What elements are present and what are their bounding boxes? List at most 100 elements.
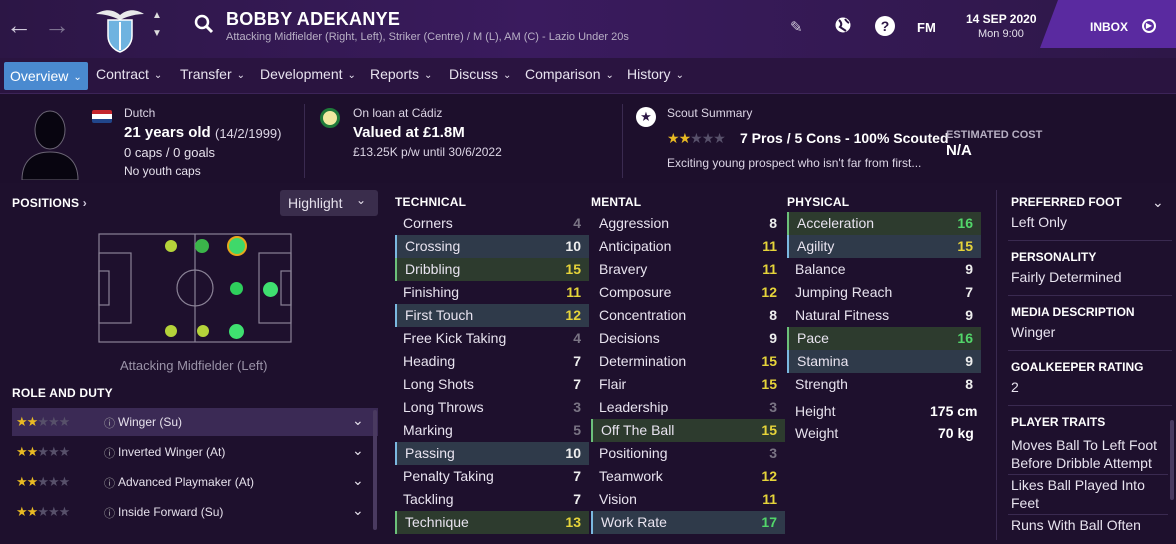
divider xyxy=(304,104,305,178)
search-icon[interactable] xyxy=(194,14,214,37)
inbox-button[interactable]: INBOX ▶ xyxy=(1040,0,1176,48)
attribute-row[interactable]: Leadership 3 xyxy=(591,396,785,419)
role-row[interactable]: ★★★★★ ⓘ Inside Forward (Su) ⌄ xyxy=(12,498,378,526)
attribute-row[interactable]: Bravery 11 xyxy=(591,258,785,281)
attribute-row[interactable]: Anticipation 11 xyxy=(591,235,785,258)
tab-contract[interactable]: Contract ⌄ xyxy=(90,58,168,90)
attribute-name: Free Kick Taking xyxy=(403,330,507,346)
attribute-value: 11 xyxy=(762,261,777,277)
tab-label: History xyxy=(627,66,671,82)
loan-club-badge-icon[interactable] xyxy=(320,108,340,128)
tab-reports[interactable]: Reports ⌄ xyxy=(364,58,438,90)
chevron-down-icon[interactable]: ⌄ xyxy=(1152,194,1164,211)
club-crest[interactable] xyxy=(92,6,148,54)
highlight-dropdown[interactable]: Highlight ⌄ xyxy=(280,190,378,216)
attribute-value: 16 xyxy=(957,215,973,231)
attribute-row[interactable]: Strength 8 xyxy=(787,373,981,396)
tab-transfer[interactable]: Transfer ⌄ xyxy=(174,58,251,90)
attribute-row[interactable]: Corners 4 xyxy=(395,212,589,235)
back-arrow-icon[interactable]: ← xyxy=(6,10,32,41)
attribute-name: Acceleration xyxy=(797,215,875,231)
switch-up-icon[interactable]: ▲ xyxy=(152,10,162,21)
roles-scrollbar[interactable] xyxy=(373,410,377,530)
attribute-row[interactable]: Vision 11 xyxy=(591,488,785,511)
attribute-row[interactable]: Decisions 9 xyxy=(591,327,785,350)
attribute-name: Penalty Taking xyxy=(403,468,494,484)
tab-history[interactable]: History ⌄ xyxy=(621,58,690,90)
attribute-row[interactable]: Acceleration 16 xyxy=(787,212,981,235)
attribute-row[interactable]: Concentration 8 xyxy=(591,304,785,327)
positions-title[interactable]: POSITIONS › xyxy=(12,196,87,210)
info-icon[interactable]: ⓘ xyxy=(104,505,115,521)
role-row[interactable]: ★★★★★ ⓘ Inverted Winger (At) ⌄ xyxy=(12,438,378,466)
attribute-row[interactable]: Agility 15 xyxy=(787,235,981,258)
attribute-row[interactable]: Penalty Taking 7 xyxy=(395,465,589,488)
attribute-value: 12 xyxy=(761,468,777,484)
attribute-row[interactable]: Composure 12 xyxy=(591,281,785,304)
info-icon[interactable]: ⓘ xyxy=(104,415,115,431)
attribute-row[interactable]: Finishing 11 xyxy=(395,281,589,304)
attribute-row[interactable]: Balance 9 xyxy=(787,258,981,281)
attribute-row[interactable]: Aggression 8 xyxy=(591,212,785,235)
tab-discuss[interactable]: Discuss ⌄ xyxy=(443,58,517,90)
attribute-row[interactable]: Crossing 10 xyxy=(395,235,589,258)
role-row[interactable]: ★★★★★ ⓘ Winger (Su) ⌄ xyxy=(12,408,378,436)
attribute-row[interactable]: Passing 10 xyxy=(395,442,589,465)
tab-label: Comparison xyxy=(525,66,601,82)
attribute-row[interactable]: Long Shots 7 xyxy=(395,373,589,396)
attribute-row[interactable]: Marking 5 xyxy=(395,419,589,442)
scout-star-icon: ★ xyxy=(636,107,656,127)
attribute-row[interactable]: Long Throws 3 xyxy=(395,396,589,419)
attribute-row[interactable]: Technique 13 xyxy=(395,511,589,534)
divider xyxy=(1008,295,1172,296)
position-dot-aml-selected xyxy=(227,236,247,256)
attribute-name: Vision xyxy=(599,491,637,507)
attribute-row[interactable]: Off The Ball 15 xyxy=(591,419,785,442)
mental-title: MENTAL xyxy=(591,195,642,209)
attribute-row[interactable]: Free Kick Taking 4 xyxy=(395,327,589,350)
attribute-row[interactable]: Jumping Reach 7 xyxy=(787,281,981,304)
tab-overview[interactable]: Overview ⌄ xyxy=(4,62,88,90)
attribute-row[interactable]: Stamina 9 xyxy=(787,350,981,373)
attribute-row[interactable]: First Touch 12 xyxy=(395,304,589,327)
forward-arrow-icon[interactable]: → xyxy=(44,10,70,41)
attribute-row[interactable]: Pace 16 xyxy=(787,327,981,350)
attribute-row[interactable]: Heading 7 xyxy=(395,350,589,373)
attribute-row[interactable]: Tackling 7 xyxy=(395,488,589,511)
fm-logo[interactable]: FM xyxy=(917,20,936,35)
chevron-down-icon[interactable]: ⌄ xyxy=(352,442,364,459)
loan-status[interactable]: On loan at Cádiz xyxy=(353,106,442,120)
tab-development[interactable]: Development ⌄ xyxy=(254,58,362,90)
chevron-down-icon[interactable]: ⌄ xyxy=(352,412,364,429)
scout-pros-cons: 7 Pros / 5 Cons - 100% Scouted xyxy=(740,130,949,146)
tab-comparison[interactable]: Comparison ⌄ xyxy=(519,58,620,90)
chevron-down-icon[interactable]: ⌄ xyxy=(352,472,364,489)
game-time: Mon 9:00 xyxy=(978,28,1024,40)
info-icon[interactable]: ⓘ xyxy=(104,475,115,491)
divider xyxy=(1008,405,1172,406)
attribute-row[interactable]: Determination 15 xyxy=(591,350,785,373)
attribute-row[interactable]: Natural Fitness 9 xyxy=(787,304,981,327)
technical-title: TECHNICAL xyxy=(395,195,467,209)
role-row[interactable]: ★★★★★ ⓘ Advanced Playmaker (At) ⌄ xyxy=(12,468,378,496)
traits-scrollbar[interactable] xyxy=(1170,420,1174,500)
switch-down-icon[interactable]: ▼ xyxy=(152,28,162,39)
scout-summary-label[interactable]: Scout Summary xyxy=(667,106,752,120)
attribute-name: Natural Fitness xyxy=(795,307,890,323)
pencil-icon[interactable]: ✎ xyxy=(790,18,803,36)
attribute-row[interactable]: Work Rate 17 xyxy=(591,511,785,534)
chevron-down-icon[interactable]: ⌄ xyxy=(352,502,364,519)
preferred-foot-value: Left Only xyxy=(1011,214,1068,230)
position-dot-amc xyxy=(230,282,243,295)
globe-icon[interactable] xyxy=(834,16,852,37)
attribute-value: 16 xyxy=(957,330,973,346)
info-icon[interactable]: ⓘ xyxy=(104,445,115,461)
attribute-name: Finishing xyxy=(403,284,460,300)
attribute-row[interactable]: Flair 15 xyxy=(591,373,785,396)
attribute-row[interactable]: Teamwork 12 xyxy=(591,465,785,488)
attribute-name: Jumping Reach xyxy=(795,284,893,300)
attribute-row[interactable]: Dribbling 15 xyxy=(395,258,589,281)
help-icon[interactable]: ? xyxy=(875,16,895,36)
attribute-row[interactable]: Positioning 3 xyxy=(591,442,785,465)
scout-report-text[interactable]: Exciting young prospect who isn't far fr… xyxy=(667,156,921,170)
